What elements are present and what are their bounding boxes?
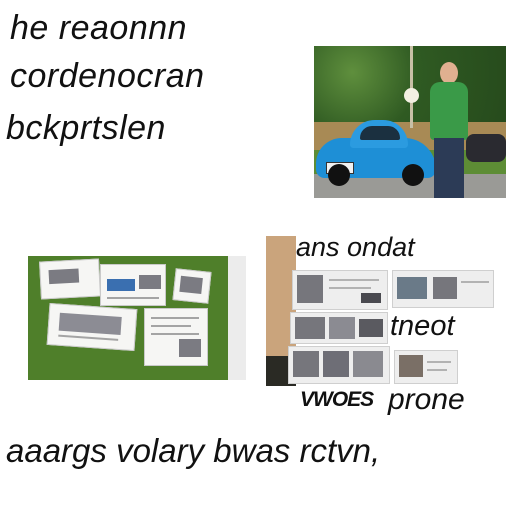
- papers-on-grass-photo: [28, 256, 246, 380]
- middle-line-3-small: VWOES: [300, 388, 374, 411]
- headline-line-1: he reaonnn: [10, 9, 188, 47]
- middle-line-1: ans ondat: [296, 232, 415, 262]
- man-figure: [426, 62, 472, 198]
- collage-thumb: [290, 312, 388, 344]
- middle-line-2: tneot: [390, 310, 455, 342]
- collage-thumb: [292, 270, 388, 310]
- car-photo: [314, 46, 506, 198]
- blue-sports-car: [316, 120, 438, 186]
- middle-line-3-large: prone: [388, 383, 465, 416]
- lamp-globe: [404, 88, 419, 103]
- paper-sheet: [39, 258, 101, 300]
- lamp-post: [410, 46, 413, 128]
- headline-line-3: bckprtslen: [6, 109, 166, 147]
- collage-thumb: [392, 270, 494, 308]
- collage-thumb: [394, 350, 458, 384]
- paper-sheet: [144, 308, 208, 366]
- paper-sheet: [100, 264, 166, 306]
- headline-line-2: cordenocran: [10, 57, 205, 95]
- paper-sheet: [172, 268, 212, 304]
- paper-sheet: [46, 302, 138, 352]
- dark-car: [466, 134, 506, 162]
- collage-thumb: [288, 346, 390, 384]
- bottom-line: aaargs volary bwas rctvn,: [6, 432, 381, 469]
